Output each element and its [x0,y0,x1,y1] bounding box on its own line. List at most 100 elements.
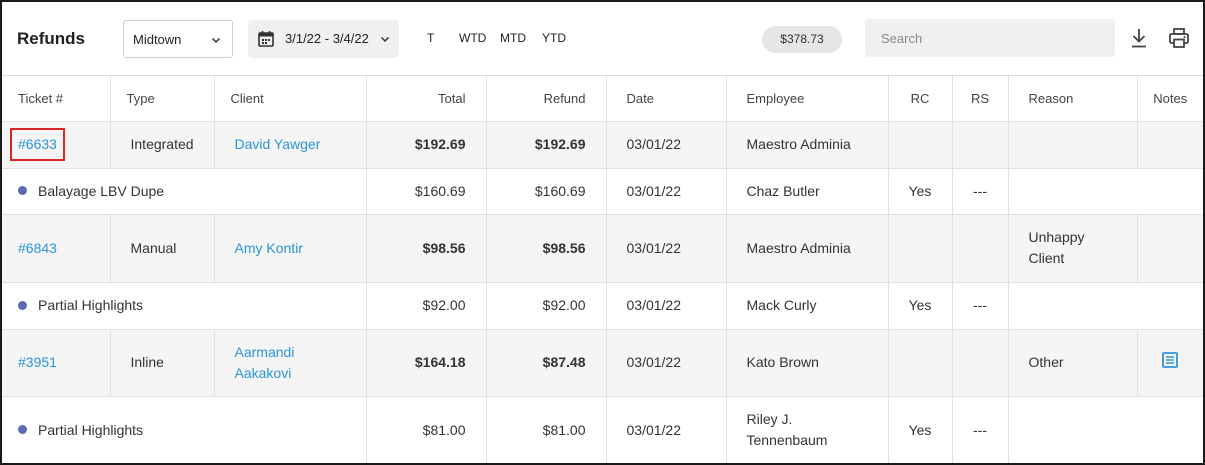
type-cell: Inline [110,329,215,397]
location-value: Midtown [133,32,182,47]
column-header-type[interactable]: Type [110,76,215,122]
rc-cell: Yes [888,282,953,330]
table-row[interactable]: #6633 Integrated David Yawger $192.69 $1… [2,121,1203,169]
column-header-reason[interactable]: Reason [1008,76,1138,122]
refund-cell: $92.00 [486,282,607,330]
total-cell: $98.56 [366,214,487,283]
ticket-cell: #3951 [2,329,111,397]
table-row[interactable]: #6843 Manual Amy Kontir $98.56 $98.56 03… [2,214,1203,283]
total-badge: $378.73 [762,26,842,53]
total-cell: $160.69 [366,168,487,215]
rs-cell [952,121,1009,169]
rs-cell [952,329,1009,397]
column-header-client[interactable]: Client [214,76,367,122]
service-name: Partial Highlights [38,297,144,313]
total-cell: $81.00 [366,396,487,463]
refund-cell: $160.69 [486,168,607,215]
type-cell: Integrated [110,121,215,169]
print-icon[interactable] [1168,27,1190,52]
date-range-value: 3/1/22 - 3/4/22 [285,31,369,46]
empty-cell [1008,396,1203,463]
reason-line: Unhappy [1028,229,1085,245]
date-cell: 03/01/22 [606,329,727,397]
client-link[interactable]: Aarmandi Aakakovi [235,342,346,384]
chevron-down-icon [210,33,222,49]
date-cell: 03/01/22 [606,121,727,169]
search-input[interactable] [865,19,1115,57]
client-cell: Amy Kontir [214,214,367,283]
employee-line: Tennenbaum [746,432,828,448]
date-cell: 03/01/22 [606,168,727,215]
ticket-cell: #6633 [2,121,111,169]
reason-cell: Unhappy Client [1008,214,1138,283]
service-cell: Partial Highlights [2,396,367,463]
filter-mtd-button[interactable]: MTD [500,31,526,45]
column-header-rs[interactable]: RS [952,76,1009,122]
rs-cell: --- [952,168,1009,215]
ticket-link[interactable]: #3951 [18,354,57,370]
reason-cell [1008,121,1138,169]
reason-cell: Other [1008,329,1138,397]
total-cell: $164.18 [366,329,487,397]
chevron-down-icon [379,32,391,48]
client-line: Aakakovi [234,364,292,381]
date-cell: 03/01/22 [606,214,727,283]
filter-wtd-button[interactable]: WTD [459,31,486,45]
note-icon[interactable] [1162,351,1179,374]
toolbar: Refunds Midtown 3/1/22 - 3/4/22 T WTD MT… [2,2,1203,76]
column-header-ticket[interactable]: Ticket # [2,76,111,122]
notes-cell [1137,214,1203,283]
column-header-refund[interactable]: Refund [486,76,607,122]
employee-line: Riley J. [746,411,793,427]
filter-today-button[interactable]: T [427,31,434,45]
table-row: Partial Highlights $92.00 $92.00 03/01/2… [2,282,1203,330]
refunds-table: Ticket # Type Client Total Refund Date E… [2,76,1203,463]
rc-cell [888,214,953,283]
employee-cell: Chaz Butler [726,168,889,215]
column-header-employee[interactable]: Employee [726,76,889,122]
column-header-rc[interactable]: RC [888,76,953,122]
ticket-link[interactable]: #6633 [18,136,57,152]
employee-cell: Maestro Adminia [726,214,889,283]
rc-cell [888,121,953,169]
table-row: Partial Highlights $81.00 $81.00 03/01/2… [2,396,1203,463]
location-select[interactable]: Midtown [123,20,233,58]
refund-cell: $81.00 [486,396,607,463]
reason-line: Client [1028,250,1065,266]
rc-cell: Yes [888,168,953,215]
service-cell: Balayage LBV Dupe [2,168,367,215]
date-cell: 03/01/22 [606,282,727,330]
service-cell: Partial Highlights [2,282,367,330]
filter-ytd-button[interactable]: YTD [542,31,566,45]
total-cell: $92.00 [366,282,487,330]
client-link[interactable]: David Yawger [235,136,321,152]
notes-cell [1137,121,1203,169]
rs-cell: --- [952,396,1009,463]
refund-cell: $192.69 [486,121,607,169]
service-dot [18,300,27,310]
refund-cell: $98.56 [486,214,607,283]
total-cell: $192.69 [366,121,487,169]
calendar-icon [258,30,274,50]
column-header-notes[interactable]: Notes [1137,76,1203,122]
rs-cell [952,214,1009,283]
ticket-highlight: #6633 [10,128,65,161]
client-cell: David Yawger [214,121,367,169]
empty-cell [1008,168,1203,215]
ticket-cell: #6843 [2,214,111,283]
employee-cell: Kato Brown [726,329,889,397]
empty-cell [1008,282,1203,330]
download-icon[interactable] [1129,27,1149,52]
date-range-picker[interactable]: 3/1/22 - 3/4/22 [248,20,399,58]
client-cell: Aarmandi Aakakovi [214,329,367,397]
refund-cell: $87.48 [486,329,607,397]
service-name: Balayage LBV Dupe [38,182,165,199]
table-row: Balayage LBV Dupe $160.69 $160.69 03/01/… [2,168,1203,215]
client-link[interactable]: Amy Kontir [235,240,303,256]
column-header-date[interactable]: Date [606,76,727,122]
table-row[interactable]: #3951 Inline Aarmandi Aakakovi $164.18 $8… [2,329,1203,397]
ticket-link[interactable]: #6843 [18,240,57,256]
column-header-total[interactable]: Total [366,76,487,122]
client-line: Aarmandi [234,343,295,360]
refunds-panel: Refunds Midtown 3/1/22 - 3/4/22 T WTD MT… [0,0,1205,465]
